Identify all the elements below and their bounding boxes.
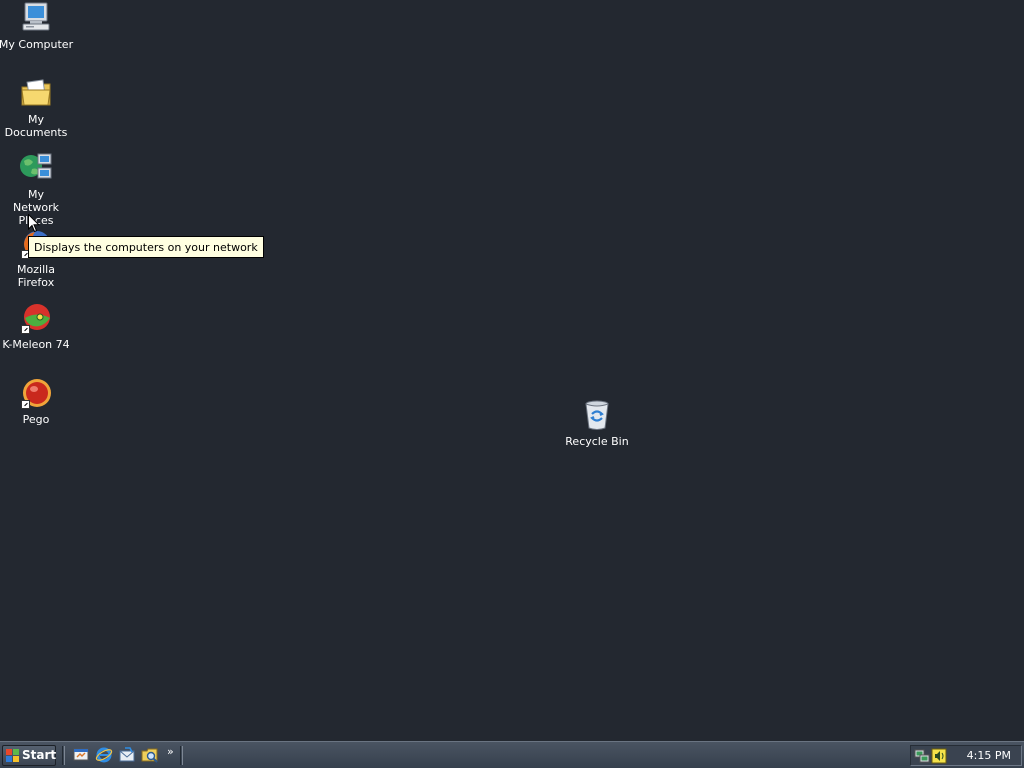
taskbar: Start » 4:15 PM: [0, 741, 1024, 768]
desktop-icon-k-meleon[interactable]: K-Meleon 74: [0, 301, 74, 351]
my-computer-icon: [19, 1, 53, 35]
network-icon[interactable]: [914, 748, 930, 764]
desktop-icon-label: My Computer: [0, 38, 74, 51]
taskbar-separator: [180, 746, 183, 765]
show-desktop-icon[interactable]: [72, 746, 90, 764]
desktop: My Computer My Documents My Network Plac…: [0, 0, 1024, 741]
desktop-icon-label: Recycle Bin: [565, 435, 629, 448]
desktop-icon-label: K-Meleon 74: [2, 338, 70, 351]
desktop-icon-label: My Documents: [4, 113, 68, 139]
taskbar-separator: [62, 746, 65, 765]
k-meleon-icon: [19, 301, 53, 335]
desktop-icon-label: Mozilla Firefox: [17, 263, 55, 289]
shortcut-arrow-icon: [21, 325, 30, 334]
desktop-icon-label: Pego: [22, 413, 50, 426]
desktop-icon-recycle-bin[interactable]: Recycle Bin: [559, 398, 635, 448]
pego-icon: [19, 376, 53, 410]
internet-explorer-icon[interactable]: [95, 746, 113, 764]
windows-logo-icon: [6, 749, 19, 762]
my-documents-icon: [19, 76, 53, 110]
clock[interactable]: 4:15 PM: [967, 746, 1011, 765]
my-network-places-icon: [19, 151, 53, 185]
outlook-express-icon[interactable]: [118, 746, 136, 764]
mouse-cursor-icon: [28, 214, 40, 233]
start-label: Start: [22, 748, 57, 762]
start-button[interactable]: Start: [2, 745, 56, 766]
recycle-bin-icon: [580, 398, 614, 432]
tooltip: Displays the computers on your network: [28, 236, 264, 258]
desktop-icon-my-documents[interactable]: My Documents: [0, 76, 74, 139]
windows-explorer-icon[interactable]: [141, 746, 159, 764]
volume-icon[interactable]: [931, 748, 947, 764]
quick-launch-overflow-chevron-icon[interactable]: »: [167, 745, 174, 758]
system-tray: 4:15 PM: [910, 745, 1022, 766]
desktop-icon-my-computer[interactable]: My Computer: [0, 1, 74, 51]
shortcut-arrow-icon: [21, 400, 30, 409]
desktop-icon-pego[interactable]: Pego: [0, 376, 74, 426]
